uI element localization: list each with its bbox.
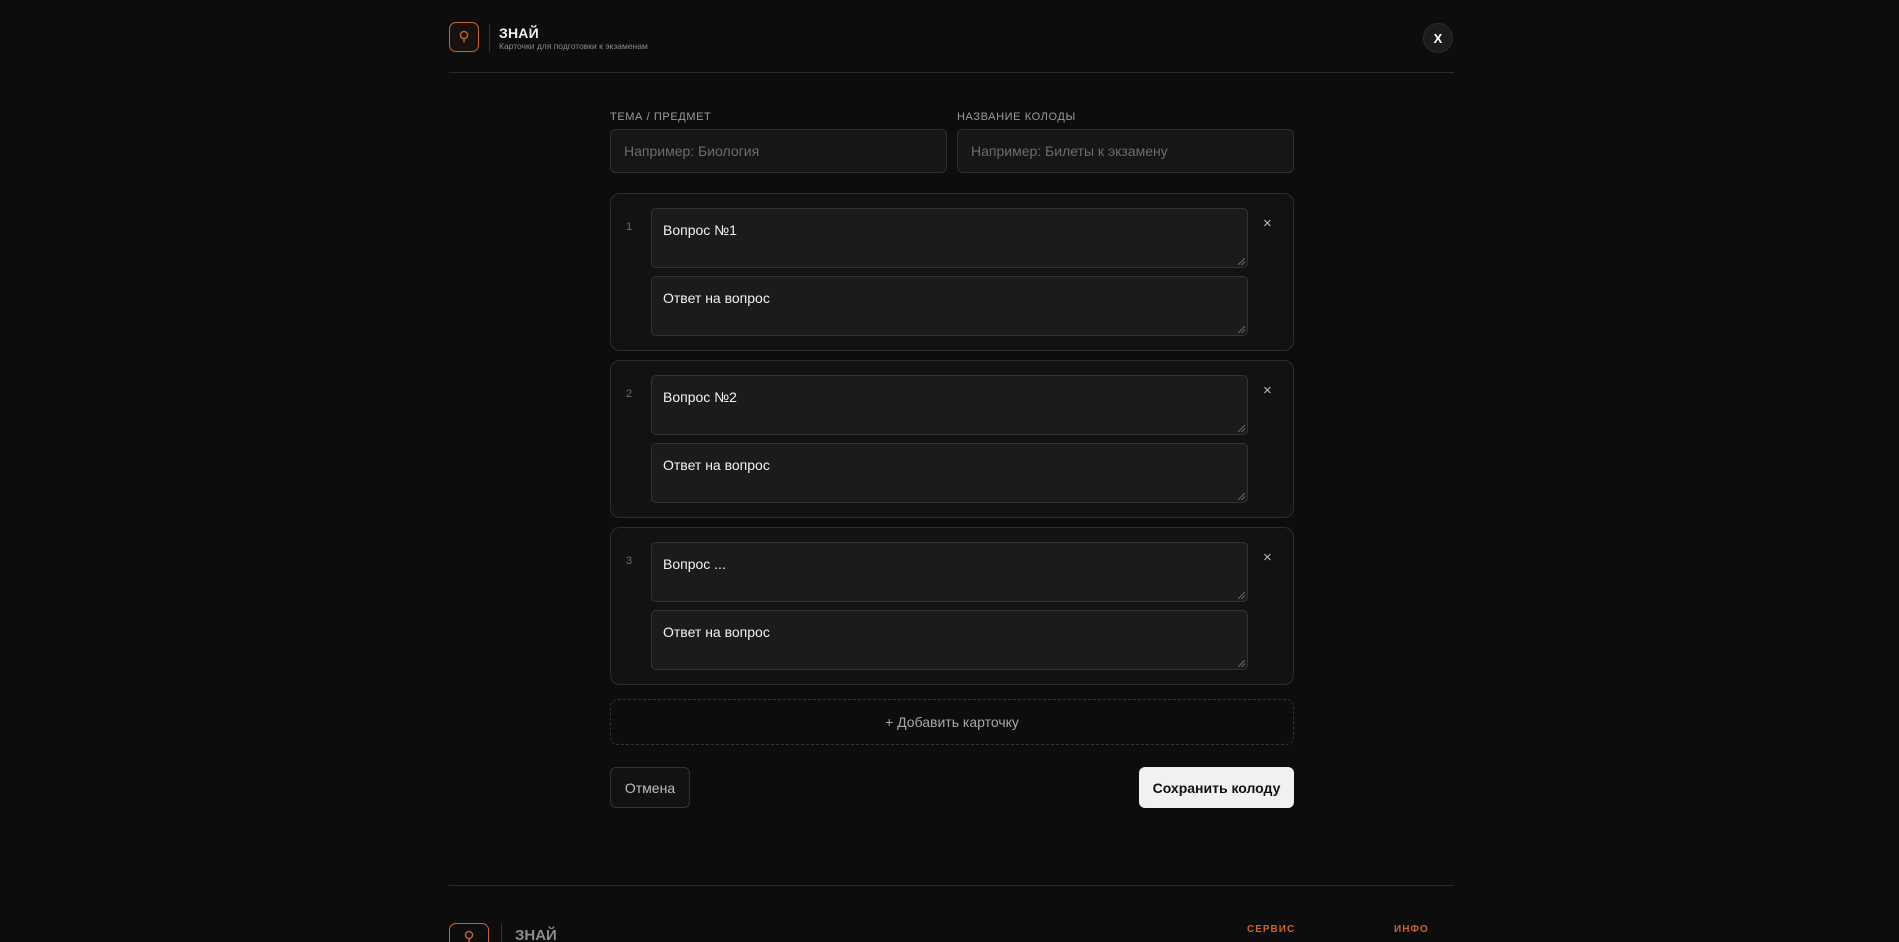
topic-input[interactable] [610, 129, 947, 173]
footer-link-service[interactable]: СЕРВИС [1247, 924, 1295, 935]
resize-handle[interactable] [1238, 258, 1245, 265]
deck-name-label: НАЗВАНИЕ КОЛОДЫ [957, 111, 1076, 123]
question-field[interactable]: Вопрос ... [651, 542, 1248, 602]
question-field[interactable]: Вопрос №2 [651, 375, 1248, 435]
card-item: 1 Вопрос №1 Ответ на вопрос × [610, 193, 1294, 351]
page: ЗНАЙ Карточки для подготовки к экзаменам… [0, 0, 1899, 942]
card-number: 3 [626, 555, 633, 567]
deck-name-input[interactable] [957, 129, 1294, 173]
resize-handle[interactable] [1238, 660, 1245, 667]
card-item: 2 Вопрос №2 Ответ на вопрос × [610, 360, 1294, 518]
close-button[interactable]: X [1423, 23, 1453, 53]
lightbulb-icon [464, 930, 474, 942]
card-number: 1 [626, 221, 633, 233]
brand-name: ЗНАЙ [499, 25, 539, 41]
cancel-button[interactable]: Отмена [610, 767, 690, 808]
answer-field[interactable]: Ответ на вопрос [651, 443, 1248, 503]
footer-divider [449, 885, 1454, 886]
question-field[interactable]: Вопрос №1 [651, 208, 1248, 268]
footer-logo[interactable] [449, 923, 489, 942]
footer-link-info[interactable]: ИНФО [1394, 924, 1429, 935]
footer-logo-divider [501, 923, 502, 942]
question-text: Вопрос №1 [663, 222, 737, 238]
lightbulb-icon [459, 30, 469, 43]
header: ЗНАЙ Карточки для подготовки к экзаменам… [449, 0, 1454, 73]
question-text: Вопрос №2 [663, 389, 737, 405]
brand-subtitle: Карточки для подготовки к экзаменам [499, 41, 648, 51]
topic-label: ТЕМА / ПРЕДМЕТ [610, 111, 712, 123]
card-number: 2 [626, 388, 633, 400]
resize-handle[interactable] [1238, 425, 1245, 432]
question-text: Вопрос ... [663, 556, 726, 572]
remove-card-icon[interactable]: × [1263, 383, 1272, 398]
add-card-button[interactable]: + Добавить карточку [610, 699, 1294, 745]
logo[interactable] [449, 22, 479, 52]
footer-brand-name: ЗНАЙ [515, 927, 557, 942]
save-deck-button[interactable]: Сохранить колоду [1139, 767, 1294, 808]
resize-handle[interactable] [1238, 493, 1245, 500]
resize-handle[interactable] [1238, 592, 1245, 599]
card-item: 3 Вопрос ... Ответ на вопрос × [610, 527, 1294, 685]
answer-text: Ответ на вопрос [663, 290, 770, 306]
logo-divider [489, 24, 490, 52]
remove-card-icon[interactable]: × [1263, 550, 1272, 565]
remove-card-icon[interactable]: × [1263, 216, 1272, 231]
resize-handle[interactable] [1238, 326, 1245, 333]
answer-field[interactable]: Ответ на вопрос [651, 276, 1248, 336]
answer-text: Ответ на вопрос [663, 457, 770, 473]
answer-field[interactable]: Ответ на вопрос [651, 610, 1248, 670]
answer-text: Ответ на вопрос [663, 624, 770, 640]
